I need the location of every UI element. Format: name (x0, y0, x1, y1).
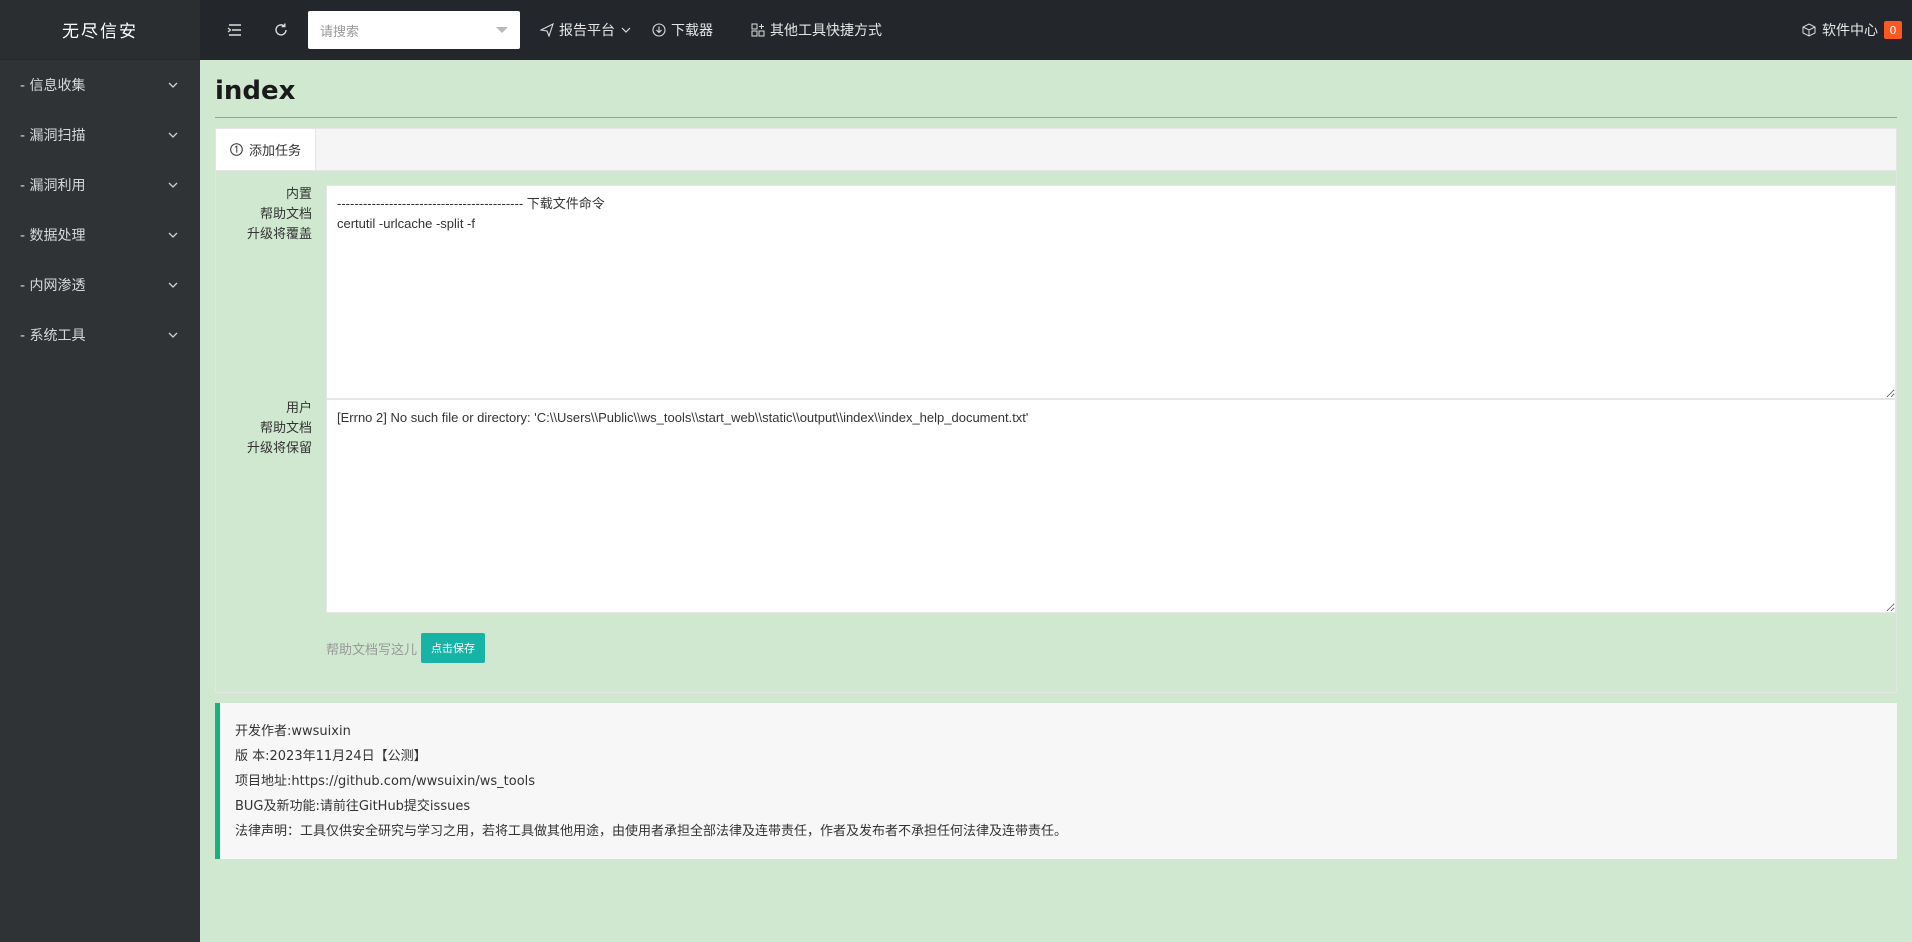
menu-toggle-icon[interactable] (212, 0, 258, 60)
label-line: 内置 (285, 187, 312, 202)
main-content: index 添加任务 内置 帮助文档 升级将覆盖 ---------------… (200, 60, 1912, 942)
sidebar-item-system-tools[interactable]: - 系统工具 (0, 310, 200, 360)
caret-down-icon (496, 27, 508, 33)
software-center-label: 软件中心 (1822, 23, 1878, 39)
label-line: 帮助文档 (259, 207, 312, 222)
refresh-icon[interactable] (258, 0, 304, 60)
downloader-link[interactable]: 下载器 (652, 20, 713, 40)
number-one-icon (230, 143, 243, 156)
version-line: 版 本:2023年11月24日【公测】 (235, 749, 427, 764)
tab-add-task[interactable]: 添加任务 (216, 129, 317, 170)
user-doc-label: 用户 帮助文档 升级将保留 (216, 399, 312, 459)
label-line: 帮助文档 (259, 421, 312, 436)
sidebar-item-label: - 系统工具 (20, 328, 86, 344)
search-placeholder: 请搜索 (320, 24, 360, 40)
sidebar-item-label: - 漏洞扫描 (20, 128, 86, 144)
tab-label: 添加任务 (249, 144, 302, 159)
other-tools-link[interactable]: 其他工具快捷方式 (751, 20, 882, 40)
save-hint: 帮助文档写这儿 (326, 642, 418, 658)
save-row: 帮助文档写这儿 点击保存 (326, 633, 486, 663)
sidebar-item-label: - 内网渗透 (20, 278, 86, 294)
chevron-down-icon (166, 78, 180, 92)
user-doc-textarea[interactable]: [Errno 2] No such file or directory: 'C:… (326, 399, 1896, 613)
software-center[interactable]: 软件中心 0 (1802, 0, 1902, 60)
sidebar-item-info-gathering[interactable]: - 信息收集 (0, 60, 200, 110)
cube-icon (1802, 23, 1816, 37)
author-line: 开发作者:wwsuixin (235, 724, 351, 739)
builtin-doc-textarea[interactable]: ----------------------------------------… (326, 185, 1896, 399)
chevron-down-icon (166, 278, 180, 292)
save-button[interactable]: 点击保存 (421, 633, 486, 663)
legal-notice-line: 法律声明：工具仅供安全研究与学习之用，若将工具做其他用途，由使用者承担全部法律及… (235, 824, 1068, 839)
notification-badge: 0 (1884, 21, 1902, 39)
sidebar-item-vuln-scan[interactable]: - 漏洞扫描 (0, 110, 200, 160)
label-line: 升级将保留 (246, 441, 312, 456)
card-tabs: 添加任务 (216, 129, 1896, 171)
sidebar-item-intranet[interactable]: - 内网渗透 (0, 260, 200, 310)
report-platform-label: 报告平台 (559, 23, 615, 39)
task-card: 添加任务 内置 帮助文档 升级将覆盖 ---------------------… (215, 128, 1897, 693)
sidebar-item-vuln-exploit[interactable]: - 漏洞利用 (0, 160, 200, 210)
sidebar-item-label: - 漏洞利用 (20, 178, 86, 194)
other-tools-label: 其他工具快捷方式 (770, 23, 882, 39)
builtin-doc-label: 内置 帮助文档 升级将覆盖 (216, 185, 312, 245)
bug-report-line: BUG及新功能:请前往GitHub提交issues (235, 799, 471, 814)
chevron-down-icon (166, 328, 180, 342)
downloader-label: 下载器 (671, 23, 713, 39)
app-logo: 无尽信安 (0, 0, 200, 60)
sidebar: 无尽信安 - 信息收集 - 漏洞扫描 - 漏洞利用 - 数据处理 - 内网渗透 … (0, 0, 200, 942)
search-select[interactable]: 请搜索 (308, 11, 520, 49)
send-icon (540, 23, 554, 37)
chevron-down-icon (166, 178, 180, 192)
info-panel: 开发作者:wwsuixin 版 本:2023年11月24日【公测】 项目地址:h… (215, 703, 1897, 859)
project-url-line: 项目地址:https://github.com/wwsuixin/ws_tool… (235, 774, 536, 789)
sidebar-item-label: - 数据处理 (20, 228, 86, 244)
sidebar-item-label: - 信息收集 (20, 78, 86, 94)
sidebar-item-data-processing[interactable]: - 数据处理 (0, 210, 200, 260)
label-line: 升级将覆盖 (246, 227, 312, 242)
apps-icon (751, 23, 765, 37)
label-line: 用户 (285, 401, 312, 416)
chevron-down-icon (621, 27, 631, 33)
download-icon (652, 23, 666, 37)
top-bar: 请搜索 报告平台 下载器 其他工具快捷方式 软件中心 0 (200, 0, 1912, 60)
report-platform-menu[interactable]: 报告平台 (540, 20, 632, 40)
title-divider (215, 117, 1897, 118)
chevron-down-icon (166, 228, 180, 242)
page-title: index (215, 76, 296, 106)
chevron-down-icon (166, 128, 180, 142)
